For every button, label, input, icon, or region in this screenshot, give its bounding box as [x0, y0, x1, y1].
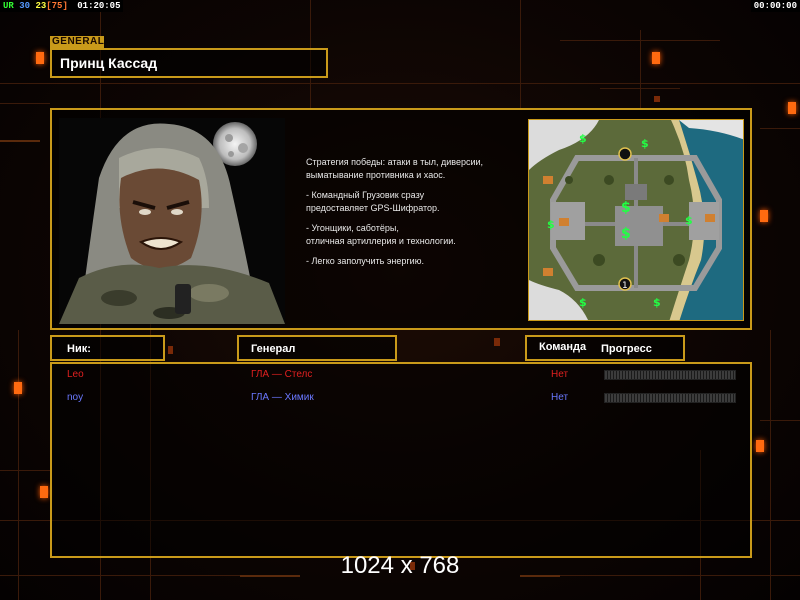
hud-game-timer: 00:00:00 — [750, 0, 800, 12]
column-header-progress-label: Прогресс — [601, 343, 652, 355]
hud-stat-4: [75] — [46, 1, 68, 11]
player-team: Нет — [551, 392, 569, 403]
column-header-nick-label: Ник: — [67, 343, 91, 355]
svg-text:$: $ — [579, 132, 587, 145]
hud-elapsed-time: 01:20:05 — [77, 1, 121, 11]
column-header-general-label: Генерал — [251, 343, 296, 355]
hud-stat-ur: UR — [3, 1, 14, 11]
svg-text:$: $ — [653, 296, 661, 309]
player-nick: Leo — [67, 369, 84, 380]
player-row: noy ГЛА — Химик Нет — [52, 390, 750, 406]
hud-stat-3: 23 — [35, 1, 47, 11]
svg-text:$: $ — [621, 226, 631, 242]
description-line: отличная артиллерия и технологии. — [306, 235, 456, 246]
map-preview: $ $ $ $ $ $ $ $ 1 — [528, 119, 744, 321]
column-header-nick[interactable]: Ник: — [50, 335, 165, 361]
general-name-box: Принц Кассад — [50, 48, 328, 78]
description-line: - Угонщики, саботёры, — [306, 223, 399, 233]
player-general: ГЛА — Химик — [251, 392, 314, 403]
description-line: - Командный Грузовик сразу — [306, 190, 425, 200]
general-description: Стратегия победы: атаки в тыл, диверсии,… — [306, 156, 521, 268]
game-setup-screen: UR 30 23[75] 01:20:05 00:00:00 GENERAL П… — [0, 0, 800, 600]
svg-text:$: $ — [547, 218, 555, 231]
description-line: - Легко заполучить энергию. — [306, 256, 424, 266]
player-nick: noy — [67, 392, 84, 403]
column-header-general[interactable]: Генерал — [237, 335, 397, 361]
player-progress-bar — [604, 370, 736, 380]
general-portrait-image — [59, 118, 285, 324]
description-line: предоставляет GPS-Шифратор. — [306, 202, 440, 213]
player-team: Нет — [551, 369, 569, 380]
svg-text:$: $ — [641, 137, 649, 150]
player-progress-bar — [604, 393, 736, 403]
description-line: выматывание противника и хаос. — [306, 169, 446, 180]
resolution-watermark: 1024 x 768 — [340, 552, 460, 579]
player-row: Leo ГЛА — Стелс Нет — [52, 367, 750, 383]
description-line: Стратегия победы: атаки в тыл, диверсии, — [306, 157, 484, 167]
column-header-team-label: Команда — [539, 341, 587, 353]
general-info-panel: Стратегия победы: атаки в тыл, диверсии,… — [50, 108, 752, 330]
general-section-label: GENERAL — [50, 36, 105, 48]
svg-text:$: $ — [621, 200, 631, 216]
players-list: Leo ГЛА — Стелс Нет noy ГЛА — Химик Нет — [50, 362, 752, 558]
svg-text:$: $ — [579, 296, 587, 309]
svg-text:$: $ — [685, 214, 693, 227]
column-header-team-progress[interactable]: Команда Прогресс — [525, 335, 685, 361]
player-general: ГЛА — Стелс — [251, 369, 313, 380]
svg-text:1: 1 — [622, 281, 628, 291]
hud-stats: UR 30 23[75] 01:20:05 — [0, 0, 124, 12]
hud-stat-2: 30 — [19, 1, 31, 11]
general-name: Принц Кассад — [60, 55, 158, 71]
